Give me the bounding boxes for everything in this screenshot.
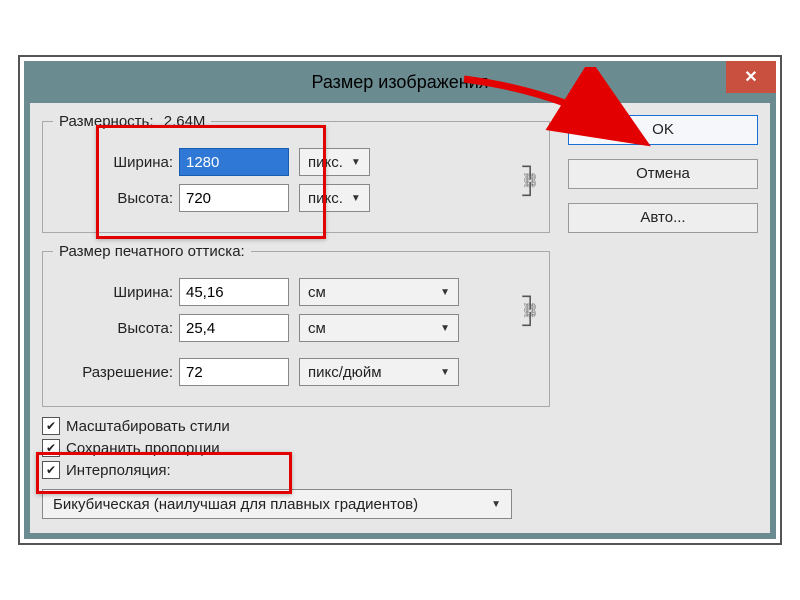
interp-method-value: Бикубическая (наилучшая для плавных град… bbox=[53, 496, 418, 513]
pixel-dim-legend-value: 2,64M bbox=[164, 113, 206, 130]
constrain-row: ✔ Сохранить пропорции bbox=[42, 439, 550, 457]
print-dimensions-group: Размер печатного оттиска: Ширина: см ▼ bbox=[42, 243, 550, 407]
chevron-down-icon: ▼ bbox=[351, 157, 361, 168]
scale-styles-row: ✔ Масштабировать стили bbox=[42, 417, 550, 435]
chevron-down-icon: ▼ bbox=[440, 367, 450, 378]
chevron-down-icon: ▼ bbox=[351, 193, 361, 204]
close-button[interactable]: ✕ bbox=[726, 61, 776, 93]
pixel-height-label: Высота: bbox=[53, 190, 179, 207]
scale-styles-label: Масштабировать стили bbox=[66, 418, 230, 435]
print-width-label: Ширина: bbox=[53, 284, 179, 301]
interp-checkbox[interactable]: ✔ bbox=[42, 461, 60, 479]
titlebar: Размер изображения ✕ bbox=[24, 61, 776, 103]
dialog-title: Размер изображения bbox=[311, 72, 488, 93]
interp-method-select[interactable]: Бикубическая (наилучшая для плавных град… bbox=[42, 489, 512, 519]
interp-label: Интерполяция: bbox=[66, 462, 171, 479]
print-dim-legend: Размер печатного оттиска: bbox=[53, 243, 251, 260]
resolution-unit-value: пикс/дюйм bbox=[308, 364, 382, 381]
print-height-unit-value: см bbox=[308, 320, 326, 337]
print-height-label: Высота: bbox=[53, 320, 179, 337]
image-size-dialog: Размер изображения ✕ Размерность: 2,64M … bbox=[24, 61, 776, 539]
pixel-dim-legend: Размерность: 2,64M bbox=[53, 113, 211, 130]
pixel-width-unit-value: пикс. bbox=[308, 154, 343, 171]
cancel-button[interactable]: Отмена bbox=[568, 159, 758, 189]
pixel-width-label: Ширина: bbox=[53, 154, 179, 171]
print-width-unit-value: см bbox=[308, 284, 326, 301]
link-icon: ┐⛓┘ bbox=[521, 289, 539, 332]
print-height-input[interactable] bbox=[179, 314, 289, 342]
chevron-down-icon: ▼ bbox=[440, 287, 450, 298]
chevron-down-icon: ▼ bbox=[491, 499, 501, 510]
pixel-height-unit-select[interactable]: пикс. ▼ bbox=[299, 184, 370, 212]
constrain-label: Сохранить пропорции bbox=[66, 440, 220, 457]
ok-button[interactable]: OK bbox=[568, 115, 758, 145]
close-icon: ✕ bbox=[744, 67, 757, 87]
resolution-unit-select[interactable]: пикс/дюйм ▼ bbox=[299, 358, 459, 386]
pixel-width-input[interactable] bbox=[179, 148, 289, 176]
resolution-label: Разрешение: bbox=[53, 364, 179, 381]
pixel-height-input[interactable] bbox=[179, 184, 289, 212]
print-width-input[interactable] bbox=[179, 278, 289, 306]
print-width-unit-select[interactable]: см ▼ bbox=[299, 278, 459, 306]
scale-styles-checkbox[interactable]: ✔ bbox=[42, 417, 60, 435]
chevron-down-icon: ▼ bbox=[440, 323, 450, 334]
pixel-width-unit-select[interactable]: пикс. ▼ bbox=[299, 148, 370, 176]
resolution-input[interactable] bbox=[179, 358, 289, 386]
constrain-checkbox[interactable]: ✔ bbox=[42, 439, 60, 457]
pixel-dimensions-group: Размерность: 2,64M Ширина: пикс. ▼ bbox=[42, 113, 550, 233]
print-height-unit-select[interactable]: см ▼ bbox=[299, 314, 459, 342]
auto-button[interactable]: Авто... bbox=[568, 203, 758, 233]
interp-row: ✔ Интерполяция: bbox=[42, 461, 550, 479]
pixel-dim-legend-label: Размерность: bbox=[59, 113, 154, 130]
link-icon: ┐⛓┘ bbox=[521, 159, 539, 202]
pixel-height-unit-value: пикс. bbox=[308, 190, 343, 207]
